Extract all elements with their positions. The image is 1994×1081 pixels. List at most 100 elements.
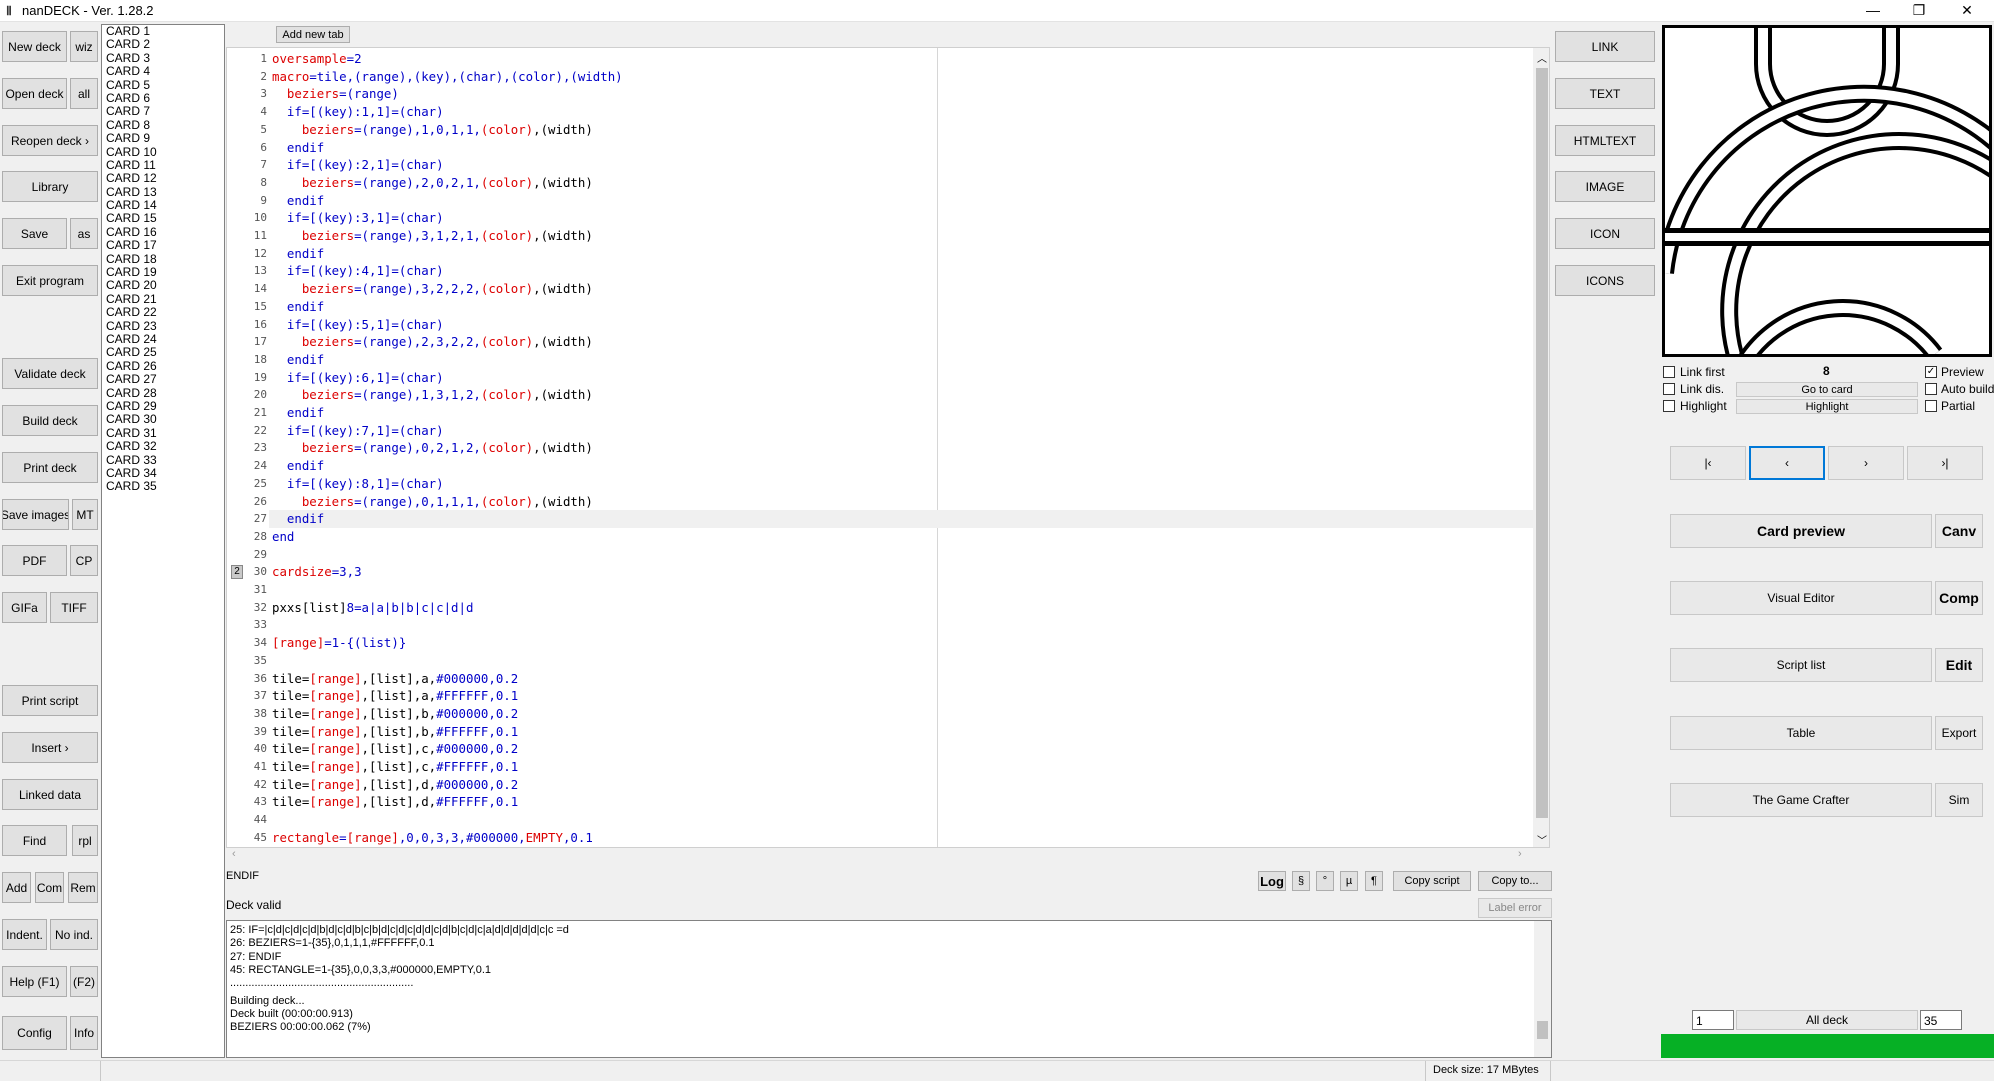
card-list-item[interactable]: CARD 24 xyxy=(102,332,224,346)
tiff-button[interactable]: TIFF xyxy=(50,592,98,623)
build-deck-button[interactable]: Build deck xyxy=(2,405,98,436)
code-line[interactable]: endif xyxy=(272,404,324,422)
card-list-item[interactable]: CARD 21 xyxy=(102,292,224,306)
first-card-button[interactable]: |‹ xyxy=(1670,446,1746,480)
card-list-item[interactable]: CARD 22 xyxy=(102,305,224,319)
log-scrollbar-thumb[interactable] xyxy=(1537,1021,1548,1039)
exit-program-button[interactable]: Exit program xyxy=(2,265,98,296)
visual-editor-button[interactable]: Visual Editor xyxy=(1670,581,1932,615)
code-line[interactable]: beziers=(range),2,3,2,2,(color),(width) xyxy=(272,333,593,351)
card-list[interactable]: CARD 1 CARD 2 CARD 3 CARD 4 CARD 5 CARD 6 CARD… xyxy=(101,24,225,1058)
link-dis-checkbox[interactable] xyxy=(1663,383,1675,395)
game-crafter-button[interactable]: The Game Crafter xyxy=(1670,783,1932,817)
insert-button[interactable]: Insert › xyxy=(2,732,98,763)
degree-symbol-button[interactable]: ° xyxy=(1316,871,1334,891)
code-line[interactable]: if=[(key):8,1]=(char) xyxy=(272,475,444,493)
code-line[interactable]: if=[(key):6,1]=(char) xyxy=(272,369,444,387)
code-line[interactable]: beziers=(range),1,3,1,2,(color),(width) xyxy=(272,386,593,404)
table-button[interactable]: Table xyxy=(1670,716,1932,750)
edit-button[interactable]: Edit xyxy=(1935,648,1983,682)
sim-button[interactable]: Sim xyxy=(1935,783,1983,817)
info-button[interactable]: Info xyxy=(70,1016,98,1050)
help-button[interactable]: Help (F1) xyxy=(2,966,67,997)
card-list-item[interactable]: CARD 10 xyxy=(102,145,224,159)
code-line[interactable]: endif xyxy=(272,245,324,263)
log-button[interactable]: Log xyxy=(1258,871,1286,891)
add-button[interactable]: Add xyxy=(2,872,31,903)
code-line[interactable]: beziers=(range),2,0,2,1,(color),(width) xyxy=(272,174,593,192)
code-line[interactable]: end xyxy=(272,528,294,546)
cp-button[interactable]: CP xyxy=(70,545,98,576)
scroll-down-icon[interactable]: ﹀ xyxy=(1537,832,1547,847)
code-line[interactable]: pxxs[list]8=a|a|b|b|c|c|d|d xyxy=(272,599,473,617)
code-line[interactable]: endif xyxy=(272,139,324,157)
card-list-item[interactable]: CARD 25 xyxy=(102,345,224,359)
log-output[interactable]: 25: IF=|c|d|c|d|c|d|b|d|c|d|b|c|b|d|c|d|… xyxy=(226,920,1552,1058)
maximize-button[interactable]: ❐ xyxy=(1896,0,1942,22)
pilcrow-symbol-button[interactable]: ¶ xyxy=(1365,871,1383,891)
script-editor[interactable]: 1 2 3 4 5 6 7 8 9 10 11 12 13 14 15 16 17 18 19 20 21 22 23 24 2… xyxy=(226,47,1550,848)
library-button[interactable]: Library xyxy=(2,171,98,202)
code-line[interactable]: beziers=(range),3,1,2,1,(color),(width) xyxy=(272,227,593,245)
editor-scrollbar-thumb[interactable] xyxy=(1536,68,1548,818)
card-list-item[interactable]: CARD 6 xyxy=(102,91,224,105)
code-line[interactable]: tile=[range],[list],b,#FFFFFF,0.1 xyxy=(272,723,518,741)
scroll-up-icon[interactable]: ︿ xyxy=(1537,50,1547,65)
find-button[interactable]: Find xyxy=(2,825,67,856)
minimize-button[interactable]: — xyxy=(1850,0,1896,22)
card-list-item[interactable]: CARD 2 xyxy=(102,37,224,51)
link-button[interactable]: LINK xyxy=(1555,31,1655,62)
next-card-button[interactable]: › xyxy=(1828,446,1904,480)
card-list-item[interactable]: CARD 3 xyxy=(102,51,224,65)
code-line[interactable]: tile=[range],[list],c,#000000,0.2 xyxy=(272,740,518,758)
copy-script-button[interactable]: Copy script xyxy=(1393,871,1471,891)
card-list-item[interactable]: CARD 32 xyxy=(102,439,224,453)
code-line[interactable]: [range]=1-{(list)} xyxy=(272,634,406,652)
image-button[interactable]: IMAGE xyxy=(1555,171,1655,202)
save-button[interactable]: Save xyxy=(2,218,67,249)
card-list-item[interactable]: CARD 34 xyxy=(102,466,224,480)
card-preview-image[interactable] xyxy=(1656,8,1994,373)
code-line[interactable]: rectangle=[range],0,0,3,3,#000000,EMPTY,… xyxy=(272,829,593,847)
card-list-item[interactable]: CARD 7 xyxy=(102,104,224,118)
card-list-item[interactable]: CARD 29 xyxy=(102,399,224,413)
save-images-button[interactable]: Save images xyxy=(2,499,69,530)
pdf-button[interactable]: PDF xyxy=(2,545,67,576)
code-line[interactable]: endif xyxy=(272,351,324,369)
comp-button[interactable]: Comp xyxy=(1935,581,1983,615)
code-line[interactable]: tile=[range],[list],b,#000000,0.2 xyxy=(272,705,518,723)
auto-build-checkbox[interactable] xyxy=(1925,383,1937,395)
all-deck-button[interactable]: All deck xyxy=(1736,1010,1918,1030)
range-to-input[interactable]: 35 xyxy=(1920,1010,1962,1030)
mt-button[interactable]: MT xyxy=(72,499,98,530)
previous-card-button[interactable]: ‹ xyxy=(1749,446,1825,480)
code-line[interactable]: if=[(key):1,1]=(char) xyxy=(272,103,444,121)
code-line[interactable]: tile=[range],[list],d,#FFFFFF,0.1 xyxy=(272,793,518,811)
code-line[interactable]: beziers=(range) xyxy=(272,85,399,103)
card-list-item[interactable]: CARD 1 xyxy=(102,25,224,38)
card-list-item[interactable]: CARD 28 xyxy=(102,386,224,400)
section-symbol-button[interactable]: § xyxy=(1292,871,1310,891)
indent-button[interactable]: Indent. xyxy=(2,919,47,950)
linked-data-button[interactable]: Linked data xyxy=(2,779,98,810)
editor-horizontal-scrollbar[interactable]: ‹ › xyxy=(226,848,1550,863)
code-line[interactable]: macro=tile,(range),(key),(char),(color),… xyxy=(272,68,623,86)
card-list-item[interactable]: CARD 9 xyxy=(102,131,224,145)
card-list-item[interactable]: CARD 16 xyxy=(102,225,224,239)
comment-button[interactable]: Com xyxy=(35,872,64,903)
card-list-item[interactable]: CARD 18 xyxy=(102,252,224,266)
code-line[interactable]: beziers=(range),1,0,1,1,(color),(width) xyxy=(272,121,593,139)
card-list-item[interactable]: CARD 12 xyxy=(102,171,224,185)
code-line[interactable]: tile=[range],[list],d,#000000,0.2 xyxy=(272,776,518,794)
card-list-item[interactable]: CARD 14 xyxy=(102,198,224,212)
canvas-button[interactable]: Canv xyxy=(1935,514,1983,548)
card-list-item[interactable]: CARD 15 xyxy=(102,212,224,226)
close-button[interactable]: ✕ xyxy=(1944,0,1990,22)
card-list-item[interactable]: CARD 23 xyxy=(102,319,224,333)
code-line[interactable]: if=[(key):7,1]=(char) xyxy=(272,422,444,440)
icons-button[interactable]: ICONS xyxy=(1555,265,1655,296)
copy-to-button[interactable]: Copy to... xyxy=(1478,871,1552,891)
card-list-item[interactable]: CARD 31 xyxy=(102,426,224,440)
scroll-right-icon[interactable]: › xyxy=(1518,848,1522,860)
label-error-button[interactable]: Label error xyxy=(1478,898,1552,918)
